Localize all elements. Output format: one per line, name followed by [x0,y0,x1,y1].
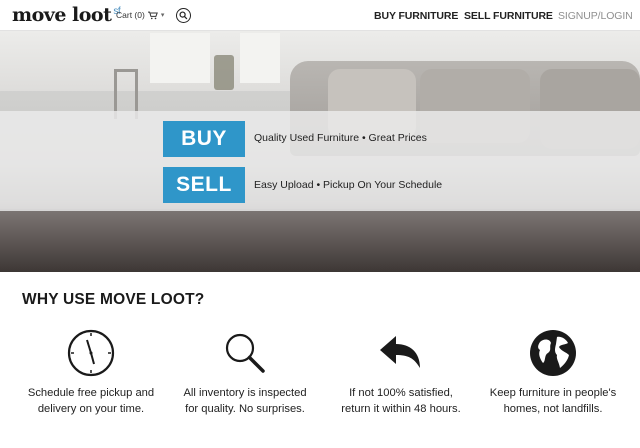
globe-icon [478,328,628,378]
feature-pickup: Schedule free pickup and delivery on you… [16,328,166,417]
feature-inspection: All inventory is inspected for quality. … [170,328,320,417]
feature-text-line: delivery on your time. [37,402,145,415]
feature-text-line: return it within 48 hours. [341,402,461,415]
hero-overlay-band [0,111,640,211]
feature-returns: If not 100% satisfied, return it within … [326,328,476,417]
section-title: WHY USE MOVE LOOT? [22,291,205,308]
hero-banner: BUY Quality Used Furniture • Great Price… [0,31,640,272]
magnifier-icon [170,328,320,378]
hero-window [150,33,210,83]
search-button[interactable] [176,8,191,23]
feature-text-line: Schedule free pickup and [27,387,155,399]
feature-text-line: for quality. No surprises. [185,402,305,415]
feature-text-line: homes, not landfills. [503,402,603,415]
nav-sell-furniture[interactable]: SELL FURNITURE [464,10,553,22]
feature-sustainability: Keep furniture in people's homes, not la… [478,328,628,417]
logo-text: move loot [12,4,112,26]
cart-label: Cart (0) [116,10,145,20]
cart-link[interactable]: Cart (0) ▾ [116,10,164,20]
sell-button[interactable]: SELL [163,167,245,203]
return-arrow-icon [326,328,476,378]
site-header: move loot sf Cart (0) ▾ BUY FURNITURE SEL… [0,0,640,31]
feature-text-line: Keep furniture in people's [489,387,617,399]
hero-sofa-seat [0,209,640,272]
cart-icon [147,11,158,19]
nav-signup-login[interactable]: SIGNUP/LOGIN [558,10,633,22]
buy-tagline: Quality Used Furniture • Great Prices [254,132,427,144]
nav-buy-furniture[interactable]: BUY FURNITURE [374,10,458,22]
logo[interactable]: move loot sf [12,4,121,26]
feature-text-line: All inventory is inspected [183,387,307,399]
chevron-down-icon: ▾ [160,12,165,19]
clock-icon [16,328,166,378]
feature-text-line: If not 100% satisfied, [349,387,453,399]
hero-window [240,33,280,83]
sell-tagline: Easy Upload • Pickup On Your Schedule [254,179,443,191]
buy-button[interactable]: BUY [163,121,245,157]
hero-vase [214,55,234,90]
search-icon [179,11,188,20]
